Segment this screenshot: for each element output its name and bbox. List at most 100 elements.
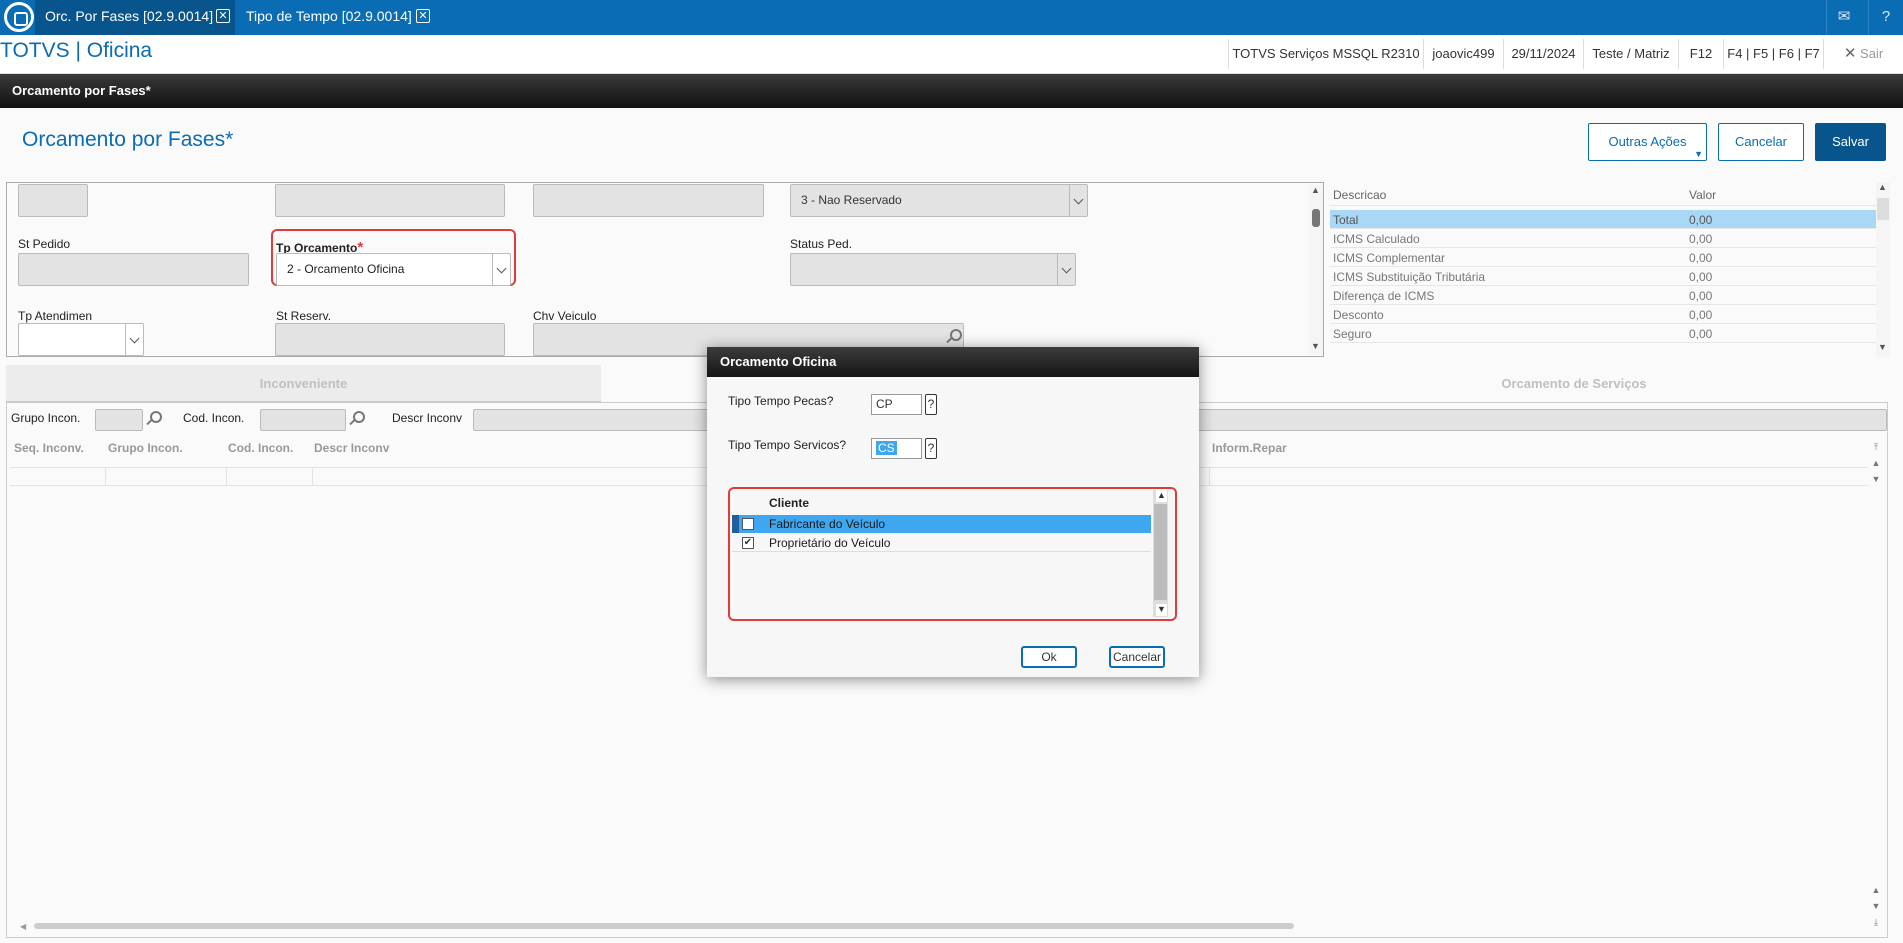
scroll-thumb[interactable] — [1877, 198, 1889, 220]
row-desc: ICMS Complementar — [1333, 251, 1446, 265]
tp-atendimen-label: Tp Atendimen — [18, 309, 93, 323]
grid-scroll-buttons[interactable]: ⤒ ▲ ▼ — [1868, 439, 1884, 489]
scroll-thumb[interactable] — [1154, 504, 1167, 600]
checkbox-fabricante[interactable] — [742, 518, 754, 530]
status-ped-select[interactable] — [790, 253, 1076, 286]
close-icon[interactable]: ✕ — [416, 9, 430, 23]
scroll-up-icon[interactable]: ▲ — [1311, 185, 1320, 195]
field-top-3[interactable] — [533, 184, 764, 217]
row-desc: ICMS Substituição Tributária — [1333, 270, 1486, 284]
orcamento-oficina-dialog: Orcamento Oficina Tipo Tempo Pecas? CP ?… — [707, 347, 1199, 677]
grid-scroll-bottom[interactable]: ▲ ▼ ⤓ — [1868, 882, 1884, 932]
help-icon[interactable]: ? — [1868, 0, 1903, 35]
row-desc: Total — [1333, 213, 1359, 227]
divider — [105, 468, 106, 486]
table-row[interactable]: Seguro 0,00 — [1330, 324, 1876, 343]
scroll-down-icon[interactable]: ▼ — [1878, 342, 1887, 352]
shortcuts-button[interactable]: F4 | F5 | F6 | F7 — [1723, 39, 1823, 69]
servicos-input[interactable]: CS — [871, 438, 922, 459]
table-row[interactable]: Diferença de ICMS 0,00 — [1330, 286, 1876, 305]
horizontal-scrollbar[interactable] — [34, 923, 1294, 929]
scroll-left-icon[interactable]: ◀ — [20, 922, 26, 931]
descr-inconv-label: Descr Inconv — [392, 411, 463, 425]
cod-incon-label: Cod. Incon. — [183, 411, 245, 425]
divider — [1209, 468, 1210, 486]
chevron-down-icon[interactable] — [1057, 254, 1075, 285]
col-descr-inconv[interactable]: Descr Inconv — [314, 441, 389, 455]
header-descricao: Descricao — [1333, 188, 1387, 202]
tp-atendimen-select[interactable] — [18, 323, 144, 356]
mail-icon[interactable]: ✉ — [1826, 0, 1861, 35]
dialog-cancel-button[interactable]: Cancelar — [1109, 646, 1165, 668]
field-top-2[interactable] — [275, 184, 505, 217]
totvs-logo-icon[interactable] — [4, 2, 34, 32]
cancel-button[interactable]: Cancelar — [1718, 123, 1804, 161]
ok-button[interactable]: Ok — [1021, 646, 1077, 668]
save-button[interactable]: Salvar — [1815, 123, 1886, 161]
chevron-down-icon[interactable] — [492, 254, 510, 285]
date-label[interactable]: 29/11/2024 — [1503, 39, 1583, 69]
cod-incon-input[interactable] — [260, 409, 346, 431]
checkbox-proprietario[interactable]: ✔ — [742, 537, 754, 549]
reserva-select[interactable]: 3 - Nao Reservado — [790, 184, 1088, 217]
search-icon[interactable] — [145, 411, 162, 427]
st-reserv-field[interactable] — [275, 323, 505, 356]
totals-table: Descricao Valor Total 0,00 ICMS Calculad… — [1330, 182, 1890, 357]
st-pedido-field[interactable] — [18, 253, 249, 286]
status-ped-label: Status Ped. — [790, 237, 853, 251]
other-actions-label: Outras Ações — [1608, 134, 1687, 149]
table-row[interactable]: ICMS Complementar 0,00 — [1330, 248, 1876, 267]
table-row[interactable]: Total 0,00 — [1330, 210, 1876, 229]
grupo-incon-input[interactable] — [95, 409, 143, 431]
row-desc: ICMS Calculado — [1333, 232, 1420, 246]
row-value: 0,00 — [1689, 270, 1713, 284]
col-grupo-incon[interactable]: Grupo Incon. — [108, 441, 183, 455]
page-strip: Orcamento por Fases* — [0, 74, 1903, 108]
user-label[interactable]: joaovic499 — [1423, 39, 1503, 69]
row-desc: Desconto — [1333, 308, 1384, 322]
exit-button[interactable]: ✕ Sair — [1823, 39, 1903, 69]
tab-label: Orc. Por Fases [02.9.0014] — [45, 8, 214, 24]
servicos-help-button[interactable]: ? — [925, 438, 937, 459]
table-row[interactable]: ICMS Calculado 0,00 — [1330, 229, 1876, 248]
table-row[interactable]: Desconto 0,00 — [1330, 305, 1876, 324]
close-icon[interactable]: ✕ — [216, 9, 230, 23]
cliente-list: Cliente Fabricante do Veículo ✔ Propriet… — [732, 490, 1174, 618]
tp-orcamento-select[interactable]: 2 - Orcamento Oficina — [276, 253, 511, 286]
list-item[interactable]: ✔ Proprietário do Veículo — [732, 534, 1151, 552]
branch-label[interactable]: Teste / Matriz — [1583, 39, 1678, 69]
pecas-input[interactable]: CP — [871, 394, 922, 415]
tab-tipo-de-tempo[interactable]: Tipo de Tempo [02.9.0014] ✕ — [236, 0, 434, 35]
scroll-down-icon[interactable]: ▼ — [1156, 604, 1167, 616]
tab-orcamento-servicos[interactable]: Orcamento de Serviços — [1256, 365, 1892, 403]
row-value: 0,00 — [1689, 232, 1713, 246]
scroll-down-icon[interactable]: ▼ — [1311, 341, 1320, 351]
list-scrollbar[interactable]: ▲ ▼ — [1153, 490, 1168, 617]
table-row[interactable]: ICMS Substituição Tributária 0,00 — [1330, 267, 1876, 286]
scroll-up-icon[interactable]: ▲ — [1878, 182, 1887, 192]
chevron-down-icon[interactable] — [125, 324, 143, 355]
chevron-down-icon[interactable] — [1069, 185, 1087, 216]
tab-inconveniente[interactable]: Inconveniente — [6, 365, 601, 403]
list-item[interactable]: Fabricante do Veículo — [732, 515, 1151, 533]
col-inform-repar[interactable]: Inform.Repar — [1212, 441, 1287, 455]
totals-scrollbar[interactable]: ▲ ▼ — [1876, 182, 1890, 357]
servicos-label: Tipo Tempo Servicos? — [728, 438, 847, 452]
tab-orc-por-fases[interactable]: Orc. Por Fases [02.9.0014] ✕ — [35, 0, 235, 35]
environment-label[interactable]: TOTVS Serviços MSSQL R2310 — [1228, 39, 1423, 69]
pecas-help-button[interactable]: ? — [925, 394, 937, 415]
col-cod-incon[interactable]: Cod. Incon. — [228, 441, 293, 455]
caret-down-icon: ▼ — [1694, 149, 1703, 159]
field-top-1[interactable] — [18, 184, 88, 217]
search-icon[interactable] — [348, 411, 365, 427]
col-seq-inconv[interactable]: Seq. Inconv. — [14, 441, 84, 455]
scroll-up-icon[interactable]: ▲ — [1156, 490, 1167, 502]
exit-label: Sair — [1860, 46, 1884, 61]
scroll-thumb[interactable] — [1312, 209, 1320, 227]
st-pedido-label: St Pedido — [18, 237, 71, 251]
form-scrollbar[interactable]: ▲ ▼ — [1309, 185, 1323, 355]
search-icon[interactable] — [945, 329, 962, 345]
other-actions-button[interactable]: Outras Ações ▼ — [1588, 123, 1707, 161]
app-title: TOTVS | Oficina — [0, 39, 153, 62]
f12-button[interactable]: F12 — [1678, 39, 1723, 69]
